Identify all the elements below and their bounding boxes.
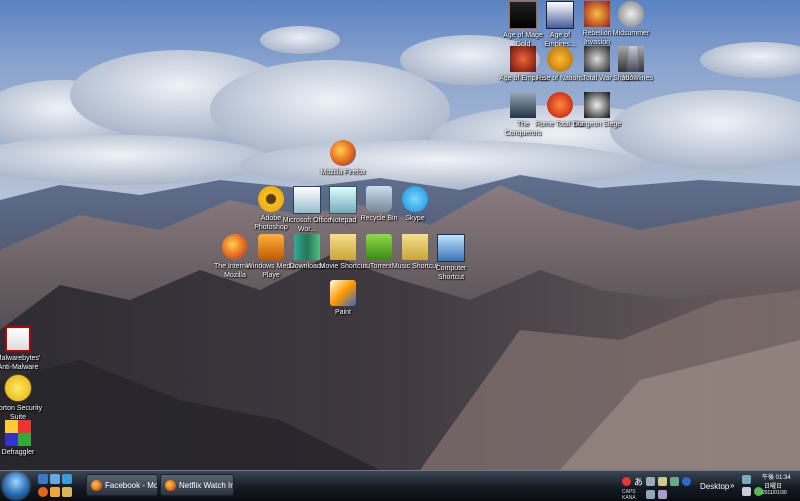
hooded-figure-icon xyxy=(510,92,536,118)
defraggler-icon xyxy=(5,420,31,446)
quicklaunch-firefox-icon[interactable] xyxy=(38,487,48,497)
desktop-icon-computer-shortcut[interactable]: Computer Shortcut xyxy=(426,234,476,282)
desktop-icon-skype[interactable]: Skype xyxy=(390,186,440,223)
help-icon[interactable] xyxy=(682,477,691,486)
spartan-helmet-icon xyxy=(510,46,536,72)
quicklaunch-explorer-icon[interactable] xyxy=(62,474,72,484)
volume-icon[interactable] xyxy=(742,487,751,496)
desktop-icon-paint[interactable]: Paint xyxy=(318,280,368,317)
taskbar: Facebook - Mozill... Netflix Watch Insta… xyxy=(0,470,800,501)
clock-time[interactable]: 午後 01:34 xyxy=(762,472,791,481)
dungeon-siege-icon xyxy=(584,92,610,118)
ime-mode-text: CAPS KANA xyxy=(622,489,636,501)
warrior-icon xyxy=(509,1,537,29)
firefox-icon xyxy=(165,480,176,491)
quicklaunch-folder-icon[interactable] xyxy=(62,487,72,497)
tray-small-icon-2[interactable] xyxy=(658,490,667,499)
system-tray: あ CAPS KANA Desktop » 午後 01:34 日曜日 2011/0… xyxy=(618,472,798,501)
tower-icon xyxy=(626,46,640,72)
desktop-icon-midsummer[interactable]: Midsummer xyxy=(606,1,656,38)
desktop-toolbar-label[interactable]: Desktop xyxy=(700,482,729,491)
firefox-icon xyxy=(222,234,248,260)
knight-helmet-icon xyxy=(546,1,574,29)
computer-icon xyxy=(437,234,465,262)
media-player-icon xyxy=(258,234,284,260)
tray-app-icon-2[interactable] xyxy=(658,477,667,486)
switch-windows-icon[interactable] xyxy=(50,474,60,484)
desktop-icon-shadowlines[interactable]: Shadowlines xyxy=(608,46,658,83)
utorrent-icon xyxy=(366,234,392,260)
language-bar-icon[interactable] xyxy=(622,477,631,486)
folder-icon xyxy=(330,234,356,260)
toolbar-chevron-icon[interactable]: » xyxy=(730,481,734,490)
taskbar-button-netflix[interactable]: Netflix Watch Instan... xyxy=(160,474,234,496)
paint-icon xyxy=(330,280,356,306)
desktop-icon-mozilla-firefox[interactable]: Mozilla Firefox xyxy=(318,140,368,177)
clock-day[interactable]: 日曜日 xyxy=(764,481,782,490)
start-button[interactable] xyxy=(3,473,29,499)
folder-icon xyxy=(402,234,428,260)
sunflower-icon xyxy=(258,186,284,212)
tray-small-icon-1[interactable] xyxy=(646,490,655,499)
skype-icon xyxy=(402,186,428,212)
quicklaunch-media-icon[interactable] xyxy=(50,487,60,497)
firefox-icon xyxy=(91,480,102,491)
clock-date[interactable]: 2011/01/30 xyxy=(762,490,787,496)
recycle-bin-icon xyxy=(366,186,392,212)
norton-icon xyxy=(4,374,32,402)
downloads-folder-icon xyxy=(294,234,320,260)
desktop-icon-defraggler[interactable]: Defraggler xyxy=(0,420,43,457)
compass-medallion-icon xyxy=(547,46,573,72)
word-document-icon xyxy=(293,186,321,214)
firefox-icon xyxy=(330,140,356,166)
desktop-icon-malwarebytes[interactable]: Malwarebytes' Anti-Malware xyxy=(0,326,43,372)
show-desktop-icon[interactable] xyxy=(38,474,48,484)
taskbar-button-facebook[interactable]: Facebook - Mozill... xyxy=(86,474,158,496)
rome-emblem-icon xyxy=(547,92,573,118)
network-icon[interactable] xyxy=(742,475,751,484)
gear-ornament-icon xyxy=(618,1,644,27)
desktop-icon-norton[interactable]: Norton Security Suite xyxy=(0,374,43,422)
ime-icon[interactable]: あ xyxy=(634,475,643,488)
malwarebytes-icon xyxy=(5,326,31,352)
notepad-icon xyxy=(329,186,357,214)
desktop-icon-dungeon-siege[interactable]: Dungeon Siege xyxy=(572,92,622,129)
tray-app-icon-1[interactable] xyxy=(646,477,655,486)
tray-app-icon-3[interactable] xyxy=(670,477,679,486)
